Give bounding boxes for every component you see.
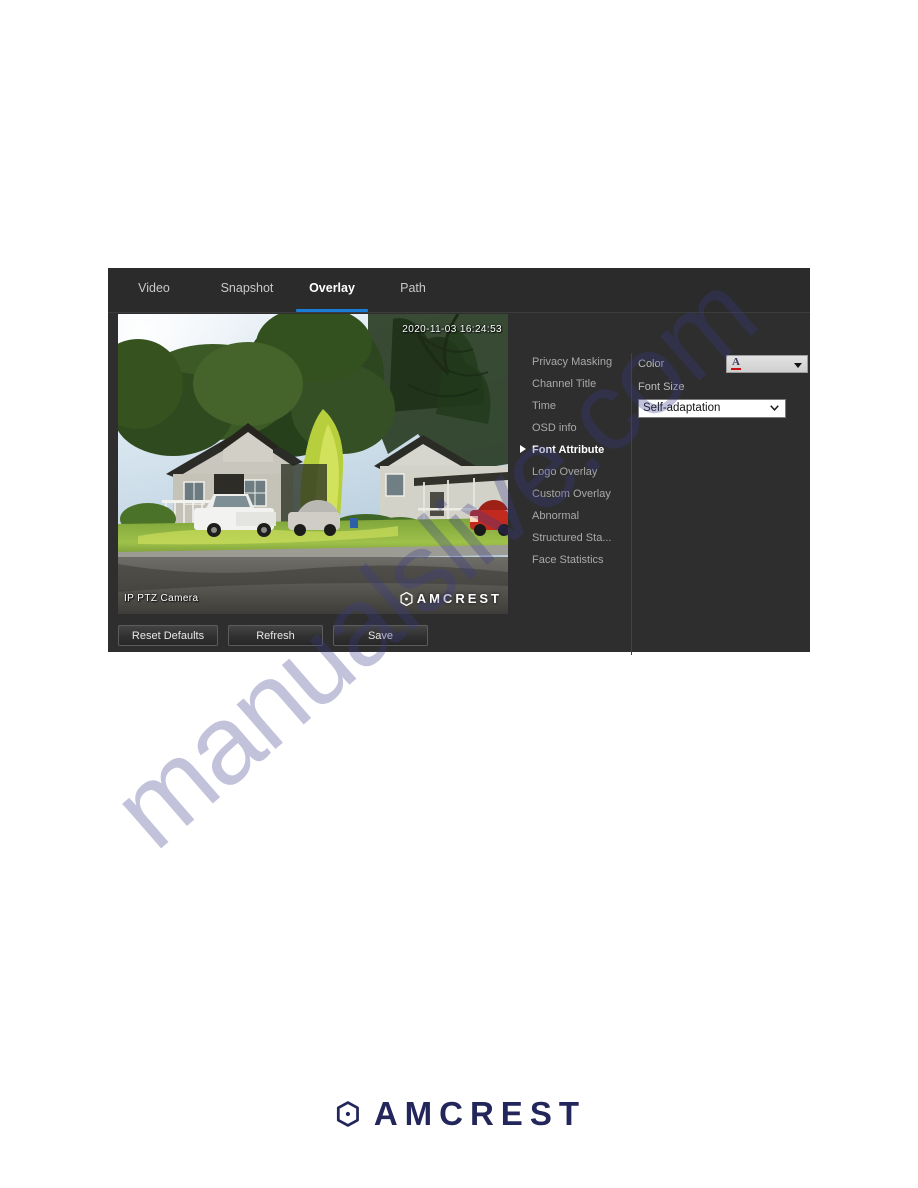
footer-amcrest-logo: AMCREST xyxy=(336,1090,586,1138)
menu-item-label: Logo Overlay xyxy=(532,466,598,478)
overlay-feature-menu: Privacy Masking Channel Title Time OSD i… xyxy=(520,351,630,571)
menu-item-label: OSD info xyxy=(532,422,577,434)
osd-logo-text: AMCREST xyxy=(416,591,502,606)
amcrest-hexagon-icon xyxy=(400,591,413,606)
color-picker-button[interactable]: A xyxy=(726,355,808,373)
color-row: Color A xyxy=(638,355,808,377)
tab-snapshot-label: Snapshot xyxy=(220,281,274,295)
osd-amcrest-logo: AMCREST xyxy=(400,591,502,606)
menu-item-label: Abnormal xyxy=(532,510,580,522)
tab-path[interactable]: Path xyxy=(370,268,456,312)
menu-item-structured-statistics[interactable]: Structured Sta... xyxy=(520,527,630,549)
menu-item-channel-title[interactable]: Channel Title xyxy=(520,373,630,395)
font-size-label: Font Size xyxy=(638,381,685,393)
tab-video[interactable]: Video xyxy=(116,268,192,312)
camera-config-panel: Video Snapshot Overlay Path 2020-11-03 1… xyxy=(108,268,810,655)
reset-defaults-button[interactable]: Reset Defaults xyxy=(118,625,218,646)
font-size-value: Self-adaptation xyxy=(643,402,721,414)
amcrest-hexagon-icon xyxy=(336,1101,359,1127)
menu-item-label: Channel Title xyxy=(532,378,597,390)
save-button[interactable]: Save xyxy=(333,625,428,646)
video-preview[interactable]: 2020-11-03 16:24:53 IP PTZ Camera AMCRES… xyxy=(118,314,508,614)
panel-body: 2020-11-03 16:24:53 IP PTZ Camera AMCRES… xyxy=(108,313,810,655)
chevron-down-icon xyxy=(770,405,779,411)
footer-brand-text: AMCREST xyxy=(373,1095,586,1132)
menu-item-label: Structured Sta... xyxy=(532,532,612,544)
osd-channel-title: IP PTZ Camera xyxy=(124,593,199,604)
menu-item-face-statistics[interactable]: Face Statistics xyxy=(520,549,630,571)
menu-item-label: Privacy Masking xyxy=(532,356,613,368)
menu-item-label: Time xyxy=(532,400,557,412)
vertical-divider xyxy=(631,353,632,655)
menu-item-abnormal[interactable]: Abnormal xyxy=(520,505,630,527)
chevron-down-icon xyxy=(794,363,802,368)
menu-item-label: Font Attribute xyxy=(532,444,605,456)
menu-item-logo-overlay[interactable]: Logo Overlay xyxy=(520,461,630,483)
tab-active-underline xyxy=(296,309,368,312)
tab-overlay-label: Overlay xyxy=(309,281,355,295)
refresh-button[interactable]: Refresh xyxy=(228,625,323,646)
osd-timestamp: 2020-11-03 16:24:53 xyxy=(402,324,502,335)
font-attribute-properties: Color A Font Size Self-adaptation xyxy=(638,355,808,418)
tab-path-label: Path xyxy=(400,281,426,295)
tab-video-label: Video xyxy=(138,281,170,295)
menu-item-privacy-masking[interactable]: Privacy Masking xyxy=(520,351,630,373)
menu-item-custom-overlay[interactable]: Custom Overlay xyxy=(520,483,630,505)
color-label: Color xyxy=(638,358,665,370)
action-button-row: Reset Defaults Refresh Save xyxy=(118,625,428,646)
video-preview-image xyxy=(118,314,508,614)
menu-item-font-attribute[interactable]: Font Attribute xyxy=(520,439,630,461)
menu-item-osd-info[interactable]: OSD info xyxy=(520,417,630,439)
color-swatch xyxy=(731,368,741,370)
menu-item-time[interactable]: Time xyxy=(520,395,630,417)
menu-item-label: Custom Overlay xyxy=(532,488,611,500)
menu-item-label: Face Statistics xyxy=(532,554,604,566)
tab-bar: Video Snapshot Overlay Path xyxy=(108,268,810,313)
font-size-select[interactable]: Self-adaptation xyxy=(638,399,786,418)
caret-right-icon xyxy=(520,445,526,453)
